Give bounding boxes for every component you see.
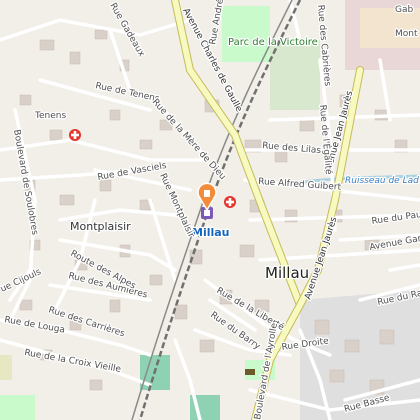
town-label: Millau bbox=[265, 264, 309, 282]
map-canvas: Parc de la Victoire Tenens Montplaisir M… bbox=[0, 0, 420, 420]
street-label-vasciels: Rue de Vasciels bbox=[97, 161, 168, 183]
field-area bbox=[0, 355, 12, 380]
map-view[interactable]: Parc de la Victoire Tenens Montplaisir M… bbox=[0, 0, 420, 420]
street-label-paulin: Rue du Paulin bbox=[371, 209, 420, 227]
street-label-croix-vieille: Rue de la Croix Vieille bbox=[23, 348, 122, 375]
park-area bbox=[222, 6, 270, 62]
allotments-area bbox=[270, 40, 320, 110]
place-label-montplaisir: Montplaisir bbox=[70, 220, 131, 233]
park-label: Parc de la Victoire bbox=[228, 37, 318, 48]
label-mont: Mont bbox=[395, 29, 418, 39]
stream-label: Ruisseau de Lad bbox=[345, 176, 419, 186]
station-label: Millau bbox=[192, 226, 230, 239]
street-label-montplaisir: Rue Montplaisir bbox=[157, 172, 196, 240]
hospital-icon[interactable] bbox=[69, 129, 81, 141]
viewpoint-icon[interactable] bbox=[245, 369, 255, 375]
place-label-tenens: Tenens bbox=[34, 111, 66, 121]
label-gab: Gab bbox=[395, 5, 413, 15]
station-marker-icon[interactable] bbox=[197, 182, 217, 212]
street-label-louga: Rue de Louga bbox=[3, 315, 65, 336]
street-label-cijoulis: ue Cijouls bbox=[0, 267, 43, 295]
hospital-icon[interactable] bbox=[224, 196, 236, 208]
park-area-3 bbox=[0, 395, 35, 420]
street-label-lilas: Rue des Lilas bbox=[262, 141, 322, 156]
